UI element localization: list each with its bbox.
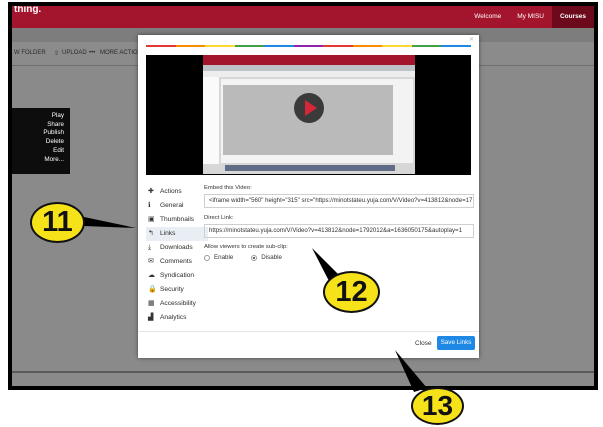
menu-item-publish[interactable]: Publish [18,129,64,138]
camera-icon: ▣ [148,216,155,223]
sidebar-item-label: General [160,202,184,209]
video-preview[interactable] [146,55,471,175]
sidebar-item-syndication[interactable]: ☁ Syndication [146,269,208,283]
save-links-button[interactable]: Save Links [437,336,475,350]
subclip-options: Enable Disable [204,254,474,261]
nav-courses[interactable]: Courses [551,6,594,28]
sidebar-item-label: Thumbnails [160,216,195,223]
bottom-divider [12,371,594,373]
top-bar: thing. Welcome My MISU Courses [12,6,594,28]
menu-item-edit[interactable]: Edit [18,147,64,156]
sidebar-item-actions[interactable]: ✚ Actions [146,185,208,199]
disable-radio[interactable] [251,254,258,261]
rainbow-segment [323,45,353,47]
subclip-label: Allow viewers to create sub-clip: [204,244,288,250]
sidebar-item-analytics[interactable]: ▟ Analytics [146,311,208,325]
menu-item-share[interactable]: Share [18,121,64,130]
rainbow-segment [146,45,176,47]
links-panel: Embed this Video: <iframe width="560" he… [204,185,474,261]
sidebar-item-security[interactable]: 🔒 Security [146,283,208,297]
rainbow-segment [175,45,206,47]
sidebar-item-general[interactable]: ℹ General [146,199,208,213]
embed-label: Embed this Video: [204,185,252,191]
sidebar-item-label: Syndication [160,272,195,279]
direct-link-label: Direct Link: [204,215,234,221]
rainbow-divider [146,45,472,47]
callout-13: 13 [411,387,464,425]
top-nav: Welcome My MISU Courses [466,6,594,28]
rainbow-segment [382,45,412,47]
modal-sidebar: ✚ Actions ℹ General ▣ Thumbnails ↰ Links ⤓ Downlo… [146,185,208,325]
app-screen: thing. Welcome My MISU Courses W FOLDER … [12,6,594,386]
plus-icon: ✚ [148,188,154,195]
info-icon: ℹ [148,202,151,209]
sidebar-item-label: Security [160,286,184,293]
new-folder-button[interactable]: W FOLDER [14,50,46,56]
close-button[interactable]: Close [415,340,432,347]
rainbow-segment [264,45,294,47]
lock-icon: 🔒 [148,286,157,293]
callout-12: 12 [323,271,380,313]
sidebar-item-accessibility[interactable]: ▦ Accessibility [146,297,208,311]
comments-icon: ✉ [148,258,154,265]
upload-button[interactable]: UPLOAD [62,50,87,56]
rainbow-segment [205,45,235,47]
footer-divider [138,331,479,332]
sidebar-item-downloads[interactable]: ⤓ Downloads [146,241,208,255]
cc-icon: ▦ [148,300,155,307]
close-icon[interactable]: ✕ [469,36,474,43]
disable-label: Disable [261,254,282,261]
sidebar-item-label: Analytics [160,314,187,321]
more-icon: ••• [89,50,96,56]
sidebar-item-label: Actions [160,188,182,195]
direct-link-field[interactable]: https://minotstateu.yuja.com/V/Video?v=4… [204,224,474,238]
sidebar-item-label: Downloads [160,244,193,251]
sidebar-item-label: Accessibility [160,300,196,307]
brand-text: thing. [14,6,42,15]
rainbow-segment [293,45,324,47]
media-settings-modal: ✕ ✚ Actions ℹ General ▣ Thumbnails ↰ Links ⤓ Down… [138,35,479,358]
share-icon: ↰ [148,230,154,237]
rainbow-segment [352,45,383,47]
embed-code-field[interactable]: <iframe width="560" height="315" src="ht… [204,194,474,208]
nav-welcome[interactable]: Welcome [466,6,509,28]
enable-radio[interactable] [204,254,210,261]
menu-item-delete[interactable]: Delete [18,138,64,147]
callout-11: 11 [30,202,85,243]
enable-label: Enable [214,254,234,261]
sidebar-item-links[interactable]: ↰ Links [146,227,208,241]
rainbow-segment [234,45,265,47]
menu-item-play[interactable]: Play [18,112,64,121]
play-icon[interactable] [294,93,324,123]
download-icon: ⤓ [148,244,152,251]
nav-my-misu[interactable]: My MISU [509,6,552,28]
rainbow-segment [441,45,472,47]
sidebar-item-label: Links [160,230,176,237]
menu-item-more[interactable]: More... [18,156,64,165]
sidebar-item-thumbnails[interactable]: ▣ Thumbnails [146,213,208,227]
cloud-icon: ☁ [148,272,155,279]
upload-icon: ⇧ [54,51,60,57]
sidebar-item-comments[interactable]: ✉ Comments [146,255,208,269]
chart-icon: ▟ [148,314,154,321]
context-menu: Play Share Publish Delete Edit More... [12,108,70,174]
rainbow-segment [411,45,442,47]
sidebar-item-label: Comments [160,258,192,265]
